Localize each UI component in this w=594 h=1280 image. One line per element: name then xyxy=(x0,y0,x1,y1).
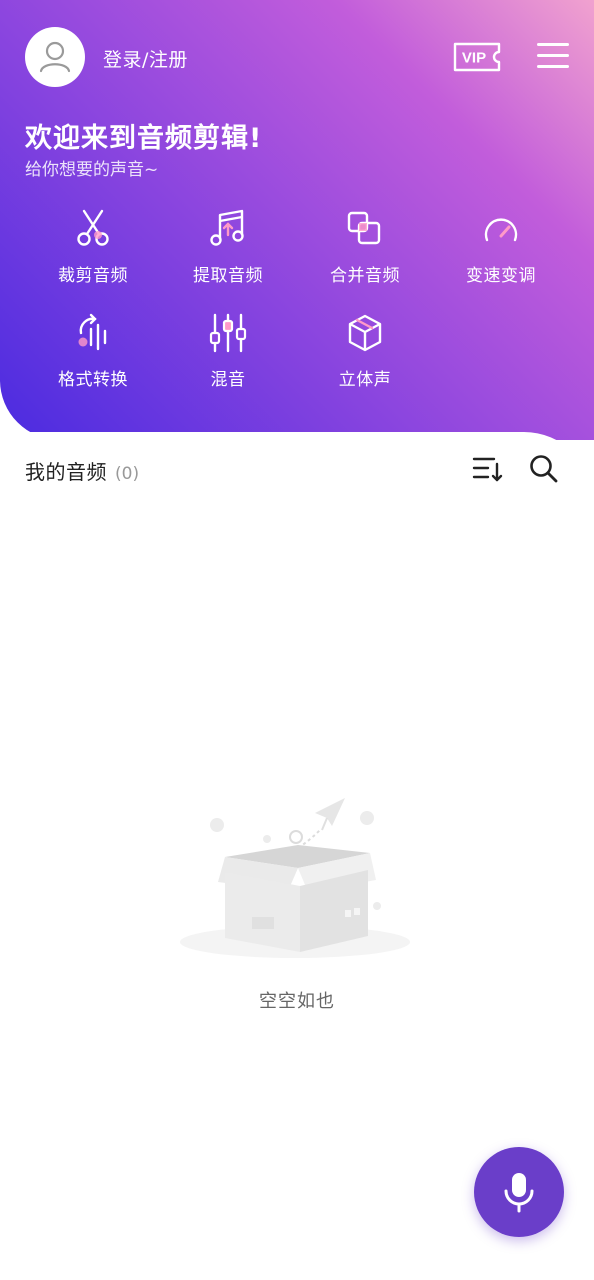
tool-label: 合并音频 xyxy=(330,266,400,286)
tool-label: 裁剪音频 xyxy=(58,266,128,286)
mixer-sliders-icon xyxy=(209,313,247,353)
empty-box-illustration xyxy=(180,798,410,958)
record-button[interactable] xyxy=(474,1147,564,1237)
page-subtitle: 给你想要的声音~ xyxy=(25,160,159,180)
tool-label: 变速变调 xyxy=(466,266,536,286)
login-register-link[interactable]: 登录/注册 xyxy=(103,45,188,72)
tool-mixing[interactable]: 混音 xyxy=(168,311,288,390)
tool-cut-audio[interactable]: 裁剪音频 xyxy=(33,207,153,286)
tool-speed-pitch[interactable]: 变速变调 xyxy=(441,207,561,286)
tool-merge-audio[interactable]: 合并音频 xyxy=(305,207,425,286)
menu-icon[interactable] xyxy=(536,41,570,71)
tool-label: 提取音频 xyxy=(193,266,263,286)
search-icon[interactable] xyxy=(527,452,561,486)
header-banner: 登录/注册 VIP 欢迎来到音频剪辑! 给你想要的声音~ 裁剪音频 提取音频 合… xyxy=(0,0,594,440)
microphone-icon xyxy=(504,1173,534,1213)
sort-icon[interactable] xyxy=(470,452,504,486)
user-icon xyxy=(39,41,71,73)
tool-extract-audio[interactable]: 提取音频 xyxy=(168,207,288,286)
tool-label: 立体声 xyxy=(338,370,392,390)
tool-label: 格式转换 xyxy=(58,370,128,390)
vip-badge-label: VIP xyxy=(462,50,486,67)
vip-badge-icon[interactable]: VIP xyxy=(452,41,502,73)
merge-icon xyxy=(347,211,381,245)
app-root: 登录/注册 VIP 欢迎来到音频剪辑! 给你想要的声音~ 裁剪音频 提取音频 合… xyxy=(0,0,594,1280)
cube-icon xyxy=(348,314,382,352)
speedometer-icon xyxy=(484,218,518,242)
empty-state-text: 空空如也 xyxy=(259,991,335,1012)
my-audio-title: 我的音频 xyxy=(25,460,107,484)
tool-stereo[interactable]: 立体声 xyxy=(305,311,425,390)
my-audio-count: (0) xyxy=(115,464,140,484)
format-convert-icon xyxy=(78,313,107,351)
my-audio-header: 我的音频 (0) xyxy=(25,456,139,485)
avatar[interactable] xyxy=(25,27,85,87)
page-title: 欢迎来到音频剪辑! xyxy=(25,123,263,154)
music-note-icon xyxy=(210,209,244,246)
scissors-icon xyxy=(77,209,109,246)
tool-label: 混音 xyxy=(210,370,246,390)
tool-format-convert[interactable]: 格式转换 xyxy=(33,311,153,390)
